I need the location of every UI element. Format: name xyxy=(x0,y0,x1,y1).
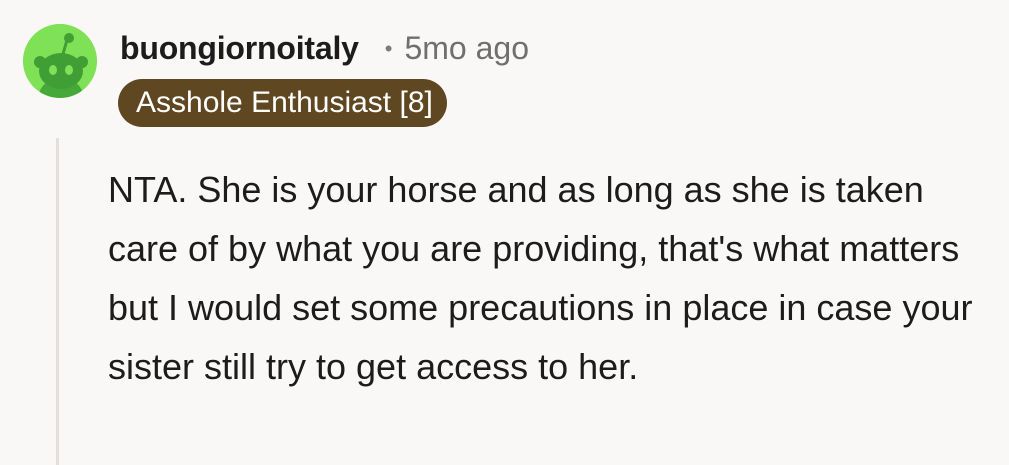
user-flair-badge: Asshole Enthusiast [8] xyxy=(118,79,447,127)
comment-header: buongiornoitaly • 5mo ago xyxy=(120,30,529,67)
username-link[interactable]: buongiornoitaly xyxy=(120,30,359,67)
separator-dot: • xyxy=(384,35,393,61)
comment: buongiornoitaly • 5mo ago Asshole Enthus… xyxy=(0,0,1009,465)
avatar[interactable] xyxy=(23,24,97,98)
reddit-snoo-avatar-icon xyxy=(23,24,97,98)
comment-body: NTA. She is your horse and as long as sh… xyxy=(108,169,973,387)
timestamp[interactable]: 5mo ago xyxy=(404,30,529,67)
thread-line[interactable] xyxy=(56,138,59,465)
